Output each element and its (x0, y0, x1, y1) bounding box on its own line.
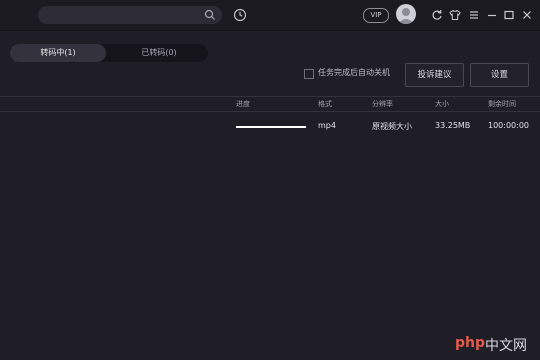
row-size: 33.25MB (435, 121, 471, 130)
tab-converted[interactable]: 已转码(0) (110, 44, 208, 62)
history-icon[interactable] (233, 8, 247, 22)
avatar[interactable] (396, 4, 416, 24)
vip-badge[interactable]: VIP (363, 8, 389, 23)
shutdown-label[interactable]: 任务完成后自动关机 (318, 67, 390, 78)
shutdown-checkbox[interactable] (304, 69, 314, 79)
tab-converting[interactable]: 转码中(1) (10, 44, 106, 62)
table-row[interactable]: mp4 原视频大小 33.25MB 100:00:00 (0, 119, 540, 135)
feedback-button[interactable]: 投诉建议 (405, 63, 464, 87)
header-resolution: 分辨率 (372, 100, 393, 108)
row-format: mp4 (318, 121, 336, 130)
header-progress: 进度 (236, 100, 250, 108)
progress-bar (236, 126, 306, 128)
maximize-icon[interactable] (503, 9, 515, 21)
row-resolution: 原视频大小 (372, 122, 412, 131)
title-bar: VIP (0, 0, 540, 31)
refresh-icon[interactable] (431, 9, 443, 21)
minimize-icon[interactable] (486, 9, 498, 21)
search-box[interactable] (38, 6, 222, 24)
search-input[interactable] (48, 9, 202, 23)
table-header: 进度 格式 分辨率 大小 剩余时间 (0, 96, 540, 112)
search-icon[interactable] (204, 9, 216, 21)
watermark-site: 中文网 (485, 338, 527, 354)
row-remaining: 100:00:00 (488, 121, 530, 130)
watermark-brand: php (455, 335, 486, 351)
skin-icon[interactable] (449, 9, 461, 21)
main-panel: 转码中(1) 已转码(0) 任务完成后自动关机 投诉建议 设置 进度 格式 分辨… (0, 31, 540, 360)
header-remaining: 剩余时间 (488, 100, 516, 108)
status-tabs: 转码中(1) 已转码(0) (10, 44, 208, 62)
user-icon (398, 8, 414, 24)
header-size: 大小 (435, 100, 449, 108)
menu-icon[interactable] (468, 9, 480, 21)
settings-button[interactable]: 设置 (470, 63, 529, 87)
progress-fill (236, 126, 306, 128)
header-format: 格式 (318, 100, 332, 108)
close-icon[interactable] (521, 9, 533, 21)
